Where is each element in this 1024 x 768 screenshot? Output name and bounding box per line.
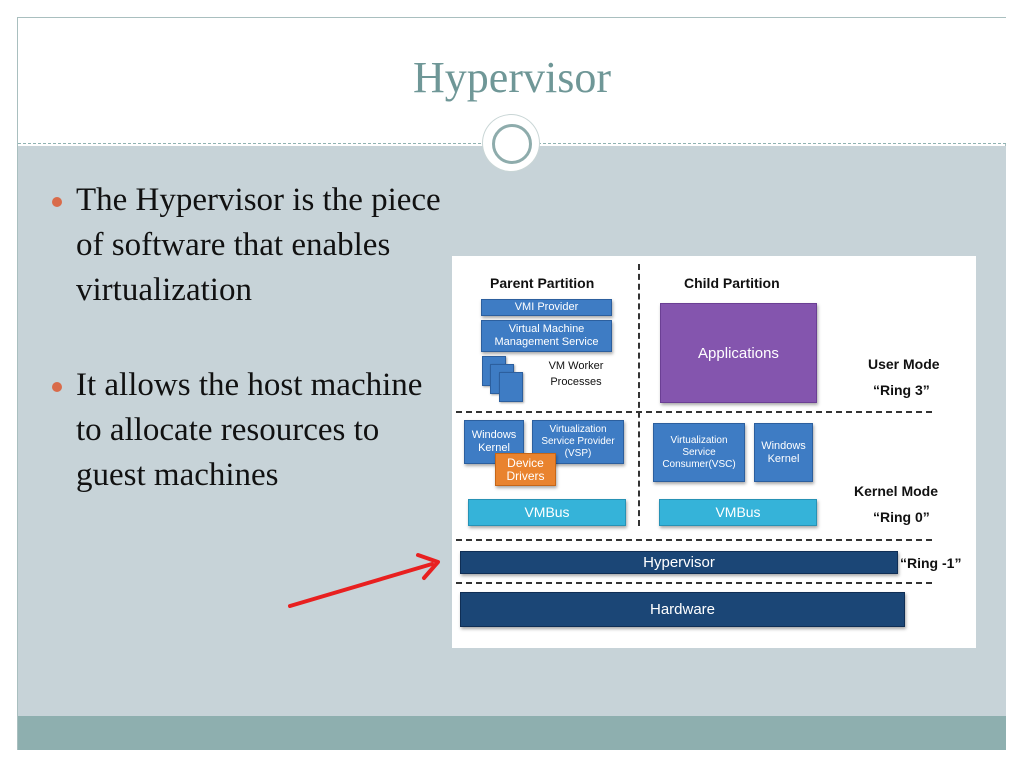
- user-kernel-divider: [456, 411, 932, 413]
- bullet-dot-icon: [52, 382, 62, 392]
- vsc-box: Virtualization Service Consumer(VSC): [653, 423, 745, 482]
- kernel-mode-label: Kernel Mode: [854, 483, 939, 499]
- hypervisor-hardware-divider: [456, 582, 932, 584]
- vmi-provider-box: VMI Provider: [481, 299, 612, 316]
- bullet-text: It allows the host machine to allocate r…: [76, 367, 423, 493]
- bullet-item: The Hypervisor is the piece of software …: [48, 178, 448, 313]
- slide-title: Hypervisor: [413, 53, 611, 102]
- parent-partition-label: Parent Partition: [490, 275, 595, 291]
- child-windows-kernel-box: Windows Kernel: [754, 423, 813, 482]
- partition-divider: [638, 264, 640, 526]
- red-arrow-icon: [288, 553, 440, 608]
- hypervisor-architecture-diagram: Parent Partition Child Partition VMI Pro…: [452, 256, 976, 648]
- vmbus-child-box: VMBus: [659, 499, 817, 526]
- user-mode-label: User Mode: [868, 356, 940, 372]
- vm-worker-processes-label: VM Worker Processes: [548, 360, 604, 388]
- worker-stack-icon: [499, 372, 523, 402]
- hypervisor-box: Hypervisor: [460, 551, 898, 574]
- ring-minus1-label: “Ring -1”: [900, 555, 962, 571]
- kernel-hypervisor-divider: [456, 539, 932, 541]
- ring3-label: “Ring 3”: [873, 382, 930, 398]
- bullet-text: The Hypervisor is the piece of software …: [76, 182, 441, 308]
- footer-bar: [18, 716, 1006, 750]
- bullet-item: It allows the host machine to allocate r…: [48, 363, 448, 498]
- device-drivers-box: Device Drivers: [495, 453, 556, 486]
- hardware-box: Hardware: [460, 592, 905, 627]
- ring0-label: “Ring 0”: [873, 509, 930, 525]
- applications-box: Applications: [660, 303, 817, 403]
- bullet-dot-icon: [52, 197, 62, 207]
- bullet-list: The Hypervisor is the piece of software …: [48, 178, 448, 498]
- ring-ornament-icon: [492, 124, 532, 164]
- vmms-box: Virtual Machine Management Service: [481, 320, 612, 352]
- child-partition-label: Child Partition: [684, 275, 780, 291]
- vmbus-parent-box: VMBus: [468, 499, 626, 526]
